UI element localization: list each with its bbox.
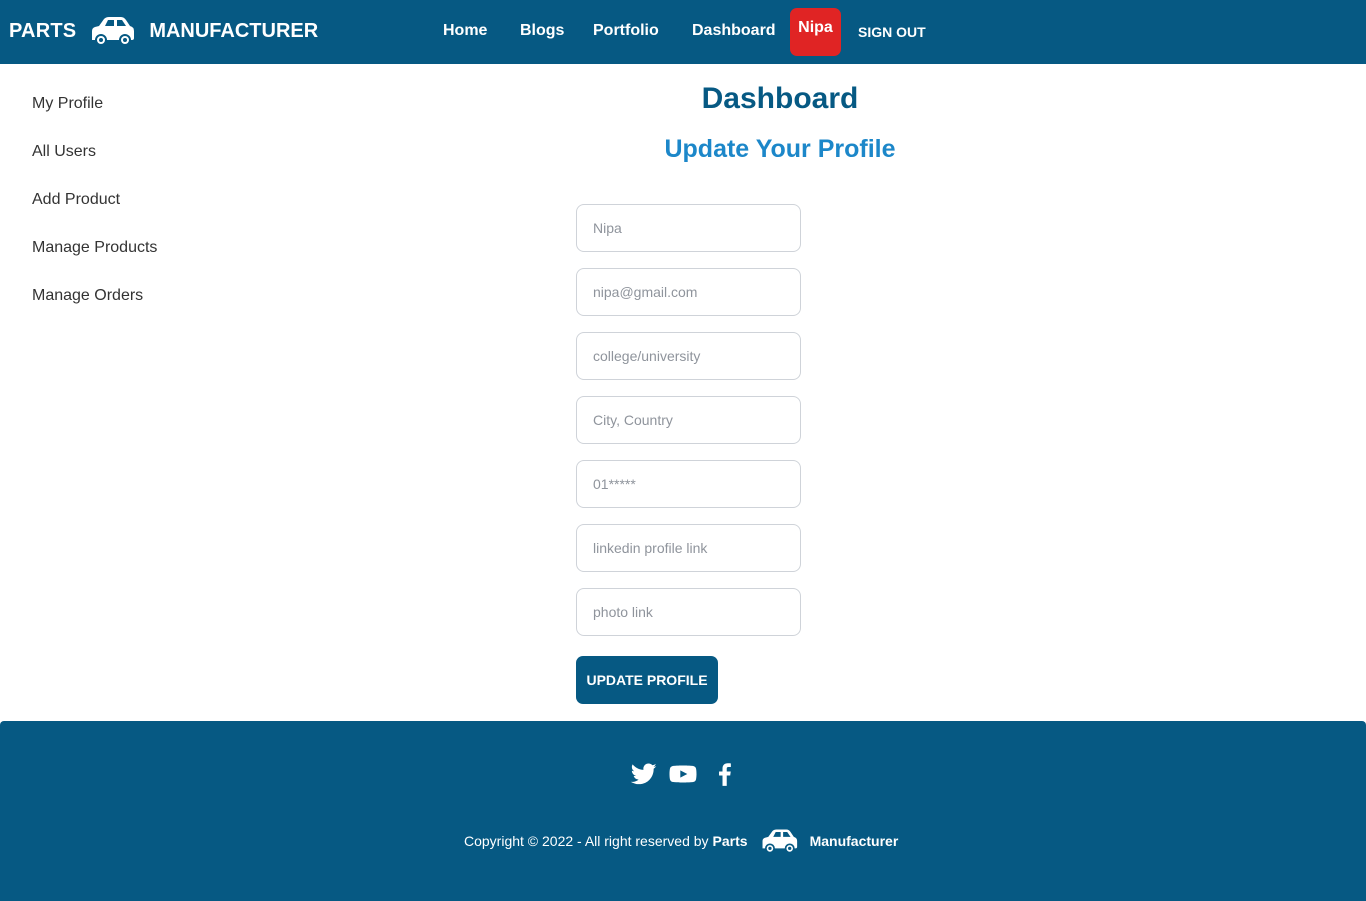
nav-blogs-link[interactable]: Blogs — [520, 22, 564, 40]
update-profile-button[interactable]: UPDATE PROFILE — [576, 656, 718, 704]
sidebar-item-manage-products[interactable]: Manage Products — [32, 239, 157, 257]
email-field[interactable] — [576, 268, 801, 316]
footer-brand-parts: Parts — [712, 833, 748, 849]
nav-dashboard-link[interactable]: Dashboard — [692, 22, 776, 40]
sign-out-button[interactable]: SIGN OUT — [858, 24, 926, 40]
copyright-line: Copyright © 2022 - All right reserved by… — [464, 827, 898, 855]
footer-brand-manufacturer: Manufacturer — [809, 833, 899, 849]
name-field[interactable] — [576, 204, 801, 252]
sidebar-item-add-product[interactable]: Add Product — [32, 191, 120, 209]
sidebar-item-manage-orders[interactable]: Manage Orders — [32, 287, 143, 305]
brand-logo[interactable]: PARTS MANUFACTURER — [9, 14, 318, 48]
education-field[interactable] — [576, 332, 801, 380]
copyright-text: Copyright © 2022 - All right reserved by — [464, 833, 709, 849]
twitter-icon[interactable] — [630, 761, 658, 787]
page-title: Dashboard — [701, 82, 859, 115]
phone-field[interactable] — [576, 460, 801, 508]
nav-home-link[interactable]: Home — [443, 22, 487, 40]
brand-parts-text: PARTS — [9, 19, 77, 42]
facebook-icon[interactable] — [711, 761, 739, 787]
car-icon — [762, 829, 797, 854]
nav-portfolio-link[interactable]: Portfolio — [593, 22, 659, 40]
user-name-badge[interactable]: Nipa — [790, 8, 841, 56]
linkedin-field[interactable] — [576, 524, 801, 572]
navbar: PARTS MANUFACTURER Home Blogs Portfolio … — [0, 0, 1366, 64]
location-field[interactable] — [576, 396, 801, 444]
footer: Copyright © 2022 - All right reserved by… — [0, 721, 1366, 901]
youtube-icon[interactable] — [669, 761, 697, 787]
brand-manufacturer-text: MANUFACTURER — [149, 19, 319, 42]
section-title: Update Your Profile — [664, 135, 896, 163]
car-icon — [92, 17, 135, 46]
photo-link-field[interactable] — [576, 588, 801, 636]
